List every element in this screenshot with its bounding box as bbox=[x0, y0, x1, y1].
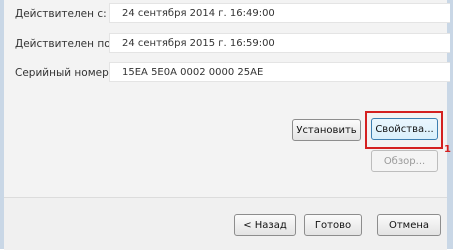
cancel-button[interactable]: Отмена bbox=[377, 214, 441, 236]
valid-from-field[interactable]: 24 сентября 2014 г. 16:49:00 bbox=[109, 3, 450, 23]
serial-number-field[interactable]: 15EA 5E0A 0002 0000 25AE bbox=[109, 62, 450, 82]
valid-to-row: Действителен по: 24 сентября 2015 г. 16:… bbox=[4, 33, 450, 55]
browse-button[interactable]: Обзор... bbox=[371, 150, 438, 172]
serial-number-row: Серийный номер: 15EA 5E0A 0002 0000 25AE bbox=[4, 62, 450, 84]
back-button[interactable]: < Назад bbox=[234, 214, 296, 236]
valid-to-label: Действителен по: bbox=[15, 38, 115, 50]
serial-number-label: Серийный номер: bbox=[15, 67, 113, 79]
valid-to-field[interactable]: 24 сентября 2015 г. 16:59:00 bbox=[109, 33, 450, 53]
valid-from-row: Действителен с: 24 сентября 2014 г. 16:4… bbox=[4, 3, 450, 25]
annotation-number: 1 bbox=[444, 144, 451, 155]
highlight-frame bbox=[365, 111, 443, 149]
install-button[interactable]: Установить bbox=[292, 119, 361, 141]
valid-from-label: Действителен с: bbox=[15, 8, 107, 20]
finish-button[interactable]: Готово bbox=[304, 214, 362, 236]
